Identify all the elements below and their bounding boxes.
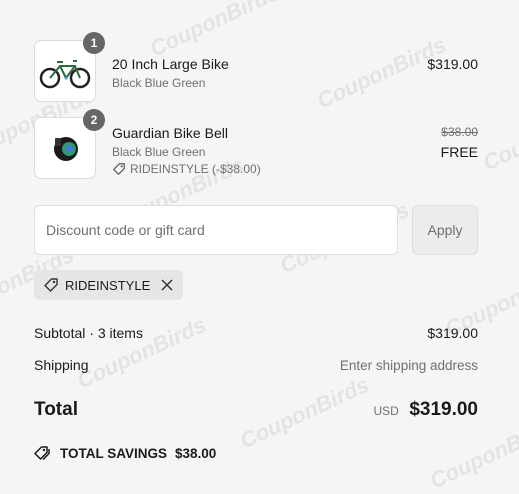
savings-value: $38.00 — [175, 445, 217, 461]
total-row: Total USD $319.00 — [34, 399, 478, 421]
item-discount: RIDEINSTYLE (-$38.00) — [112, 162, 261, 176]
tag-icon — [44, 278, 58, 292]
quantity-badge: 1 — [83, 32, 105, 54]
total-savings: TOTAL SAVINGS $38.00 — [34, 445, 216, 461]
item-original-price: $38.00 — [441, 125, 478, 139]
item-title: Guardian Bike Bell — [112, 125, 228, 141]
applied-discount-code: RIDEINSTYLE — [65, 277, 151, 293]
applied-discount-tag: RIDEINSTYLE — [34, 270, 184, 300]
tags-icon — [34, 446, 50, 461]
shipping-value: Enter shipping address — [339, 358, 478, 373]
discount-code-input[interactable] — [34, 205, 398, 255]
subtotal-row: Subtotal · 3 items $319.00 — [34, 325, 478, 341]
line-item: 1 20 Inch Large Bike Black Blue Green $3… — [34, 32, 478, 104]
item-price: $319.00 — [427, 56, 478, 72]
savings-label: TOTAL SAVINGS — [60, 445, 168, 461]
subtotal-label: Subtotal · 3 items — [34, 325, 143, 341]
line-item: 2 Guardian Bike Bell Black Blue Green RI… — [34, 109, 478, 181]
item-discount-label: RIDEINSTYLE (-$38.00) — [130, 162, 261, 176]
item-title: 20 Inch Large Bike — [112, 56, 229, 72]
item-variant: Black Blue Green — [112, 145, 206, 159]
shipping-row: Shipping Enter shipping address — [34, 357, 478, 373]
apply-button[interactable]: Apply — [412, 205, 478, 255]
shipping-label: Shipping — [34, 357, 89, 373]
total-label: Total — [34, 399, 78, 420]
watermark: CouponBirds — [426, 411, 519, 494]
currency-code: USD — [373, 404, 399, 418]
item-variant: Black Blue Green — [112, 76, 206, 90]
subtotal-value: $319.00 — [427, 325, 478, 341]
tag-icon — [113, 163, 125, 175]
item-price: FREE — [440, 144, 478, 160]
close-icon[interactable] — [160, 278, 174, 292]
watermark: CouponBirds — [479, 93, 519, 176]
quantity-badge: 2 — [83, 109, 105, 131]
total-value: $319.00 — [409, 399, 478, 420]
